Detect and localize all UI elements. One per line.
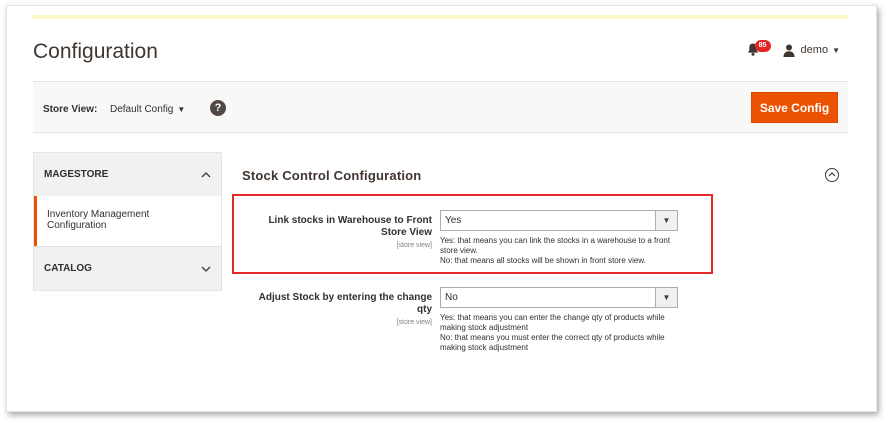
message-strip [32, 15, 848, 19]
caret-down-icon: ▼ [832, 45, 840, 55]
note-line: Yes: that means you can enter the change… [440, 313, 665, 332]
sidebar-group-header-magestore[interactable]: MAGESTORE [34, 153, 221, 196]
select-value: Yes [445, 215, 462, 226]
store-view-value: Default Config [110, 104, 174, 115]
sidebar-group-label: CATALOG [44, 263, 92, 274]
field-label-adjust-stock: Adjust Stock by entering the change qty … [242, 292, 432, 329]
store-view-switcher[interactable]: Default Config ▼ [110, 104, 185, 115]
save-config-button[interactable]: Save Config [751, 92, 838, 123]
sidebar-item-inventory-management[interactable]: Inventory Management Configuration [34, 196, 221, 246]
config-sidebar: MAGESTORE Inventory Management Configura… [33, 152, 222, 291]
note-line: No: that means you must enter the correc… [440, 333, 665, 352]
page-title: Configuration [33, 40, 158, 63]
field-note-link-stocks: Yes: that means you can link the stocks … [440, 236, 678, 266]
note-line: Yes: that means you can link the stocks … [440, 236, 671, 255]
user-name: demo [800, 44, 829, 56]
sidebar-item-label: Inventory Management Configuration [47, 209, 150, 231]
field-label-text: Adjust Stock by entering the change qty [258, 292, 432, 315]
note-line: No: that means all stocks will be shown … [440, 256, 646, 265]
link-stocks-select[interactable]: Yes ▼ [440, 210, 678, 231]
chevron-down-icon [201, 263, 211, 275]
caret-down-icon: ▼ [177, 105, 186, 114]
user-menu[interactable]: demo ▼ [783, 44, 840, 57]
sidebar-group-label: MAGESTORE [44, 169, 109, 180]
field-scope: [store view] [396, 319, 432, 326]
help-icon[interactable]: ? [210, 100, 226, 116]
notification-count-badge: 85 [754, 40, 771, 52]
section-title[interactable]: Stock Control Configuration [242, 168, 421, 183]
field-control-adjust-stock: No ▼ Yes: that means you can enter the c… [440, 287, 678, 353]
notifications-button[interactable]: 85 [747, 40, 771, 60]
store-view-label: Store View: [43, 104, 98, 115]
field-scope: [store view] [396, 242, 432, 249]
dropdown-arrow-icon: ▼ [655, 288, 677, 307]
header-actions: 85 demo ▼ [747, 40, 840, 60]
field-label-text: Link stocks in Warehouse to Front Store … [268, 215, 432, 238]
sidebar-group-catalog: CATALOG [33, 247, 222, 291]
select-value: No [445, 292, 458, 303]
user-icon [783, 44, 795, 57]
sidebar-group-magestore: MAGESTORE Inventory Management Configura… [33, 152, 222, 247]
adjust-stock-select[interactable]: No ▼ [440, 287, 678, 308]
store-view-toolbar: Store View: Default Config ▼ ? Save Confi… [33, 81, 848, 133]
field-label-link-stocks: Link stocks in Warehouse to Front Store … [242, 215, 432, 252]
field-control-link-stocks: Yes ▼ Yes: that means you can link the s… [440, 210, 678, 266]
chevron-up-icon [201, 169, 211, 181]
collapse-up-icon[interactable] [825, 168, 839, 182]
field-note-adjust-stock: Yes: that means you can enter the change… [440, 313, 678, 353]
sidebar-group-header-catalog[interactable]: CATALOG [34, 247, 221, 290]
dropdown-arrow-icon: ▼ [655, 211, 677, 230]
